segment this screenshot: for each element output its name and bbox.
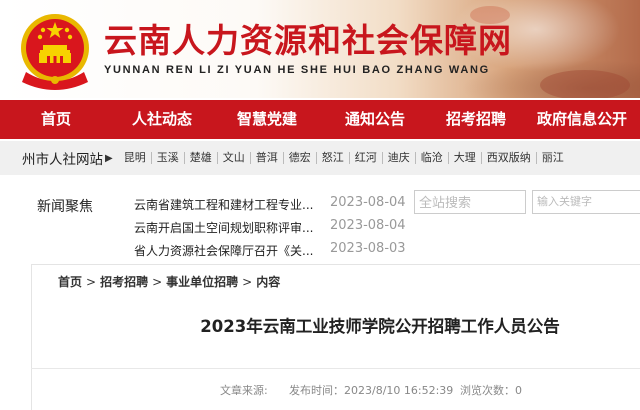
- news-focus-label: 新闻聚焦: [37, 199, 93, 215]
- news-item-date: 2023-08-03: [330, 241, 406, 256]
- breadcrumb-current: 内容: [256, 275, 281, 289]
- site-header: 云南人力资源和社会保障网 YUNNAN REN LI ZI YUAN HE SH…: [0, 0, 640, 98]
- nav-item-gov-info[interactable]: 政府信息公开: [524, 100, 640, 139]
- nav-item-home[interactable]: 首页: [0, 100, 112, 139]
- nav-item-notices[interactable]: 通知公告: [322, 100, 428, 139]
- nav-item-recruitment[interactable]: 招考招聘: [428, 100, 524, 139]
- nav-item-news[interactable]: 人社动态: [112, 100, 212, 139]
- breadcrumb-recruitment[interactable]: 招考招聘: [100, 275, 148, 289]
- title-divider: [31, 368, 640, 369]
- breadcrumb-home[interactable]: 首页: [58, 275, 82, 289]
- city-sites-bar: 州市人社网站 ▶ 昆明 玉溪 楚雄 文山 普洱 德宏 怒江 红河 迪庆 临沧 大…: [0, 141, 640, 175]
- breadcrumb-separator: >: [242, 275, 253, 289]
- city-link[interactable]: 玉溪: [150, 152, 184, 164]
- city-link[interactable]: 怒江: [315, 152, 349, 164]
- article-publish-time: 发布时间：2023/8/10 16:52:39: [289, 384, 454, 397]
- city-link[interactable]: 红河: [348, 152, 382, 164]
- breadcrumb-public-institution[interactable]: 事业单位招聘: [166, 275, 238, 289]
- news-item-title[interactable]: 省人力资源社会保障厅召开《关...: [134, 242, 330, 259]
- main-nav: 首页 人社动态 智慧党建 通知公告 招考招聘 政府信息公开: [0, 100, 640, 139]
- site-search-input[interactable]: [414, 190, 526, 214]
- city-link[interactable]: 西双版纳: [480, 152, 536, 164]
- article-source: 文章来源:: [220, 384, 268, 397]
- breadcrumb-separator: >: [152, 275, 163, 289]
- news-item-title[interactable]: 云南省建筑工程和建材工程专业...: [134, 196, 330, 213]
- news-item-title[interactable]: 云南开启国土空间规划职称评审...: [134, 219, 330, 236]
- header-decoration: [540, 70, 630, 98]
- site-title[interactable]: 云南人力资源和社会保障网: [104, 22, 512, 60]
- nav-item-party[interactable]: 智慧党建: [212, 100, 322, 139]
- article-view-count: 浏览次数：0: [460, 384, 522, 397]
- breadcrumb-separator: >: [86, 275, 97, 289]
- city-link[interactable]: 德宏: [282, 152, 316, 164]
- news-item-date: 2023-08-04: [330, 195, 406, 210]
- city-link[interactable]: 昆明: [119, 152, 151, 164]
- city-link[interactable]: 文山: [216, 152, 250, 164]
- city-sites-label: 州市人社网站: [22, 152, 103, 168]
- article-title: 2023年云南工业技师学院公开招聘工作人员公告: [200, 317, 560, 336]
- city-link[interactable]: 楚雄: [183, 152, 217, 164]
- city-link[interactable]: 丽江: [535, 152, 569, 164]
- keyword-input[interactable]: [532, 190, 640, 214]
- city-link[interactable]: 大理: [447, 152, 481, 164]
- city-link[interactable]: 普洱: [249, 152, 283, 164]
- breadcrumb: 首页 > 招考招聘 > 事业单位招聘 > 内容: [58, 273, 280, 290]
- city-link[interactable]: 临沧: [414, 152, 448, 164]
- national-emblem-icon: [21, 14, 89, 90]
- triangle-right-icon: ▶: [105, 152, 113, 164]
- news-item-date: 2023-08-04: [330, 218, 406, 233]
- site-subtitle: YUNNAN REN LI ZI YUAN HE SHE HUI BAO ZHA…: [104, 64, 490, 76]
- city-link[interactable]: 迪庆: [381, 152, 415, 164]
